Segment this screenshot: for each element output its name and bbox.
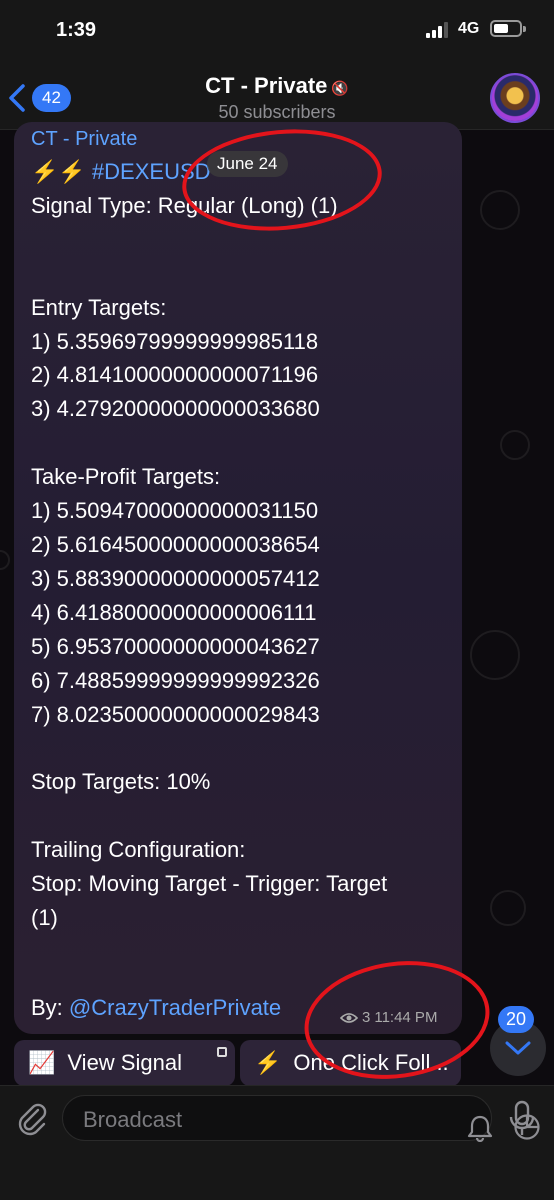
view-signal-label: View Signal	[67, 1050, 182, 1075]
broadcast-input[interactable]: Broadcast	[62, 1095, 540, 1142]
unread-badge: 20	[498, 1006, 535, 1033]
by-label: By:	[31, 995, 63, 1020]
bell-icon[interactable]	[467, 1114, 493, 1142]
channel-name: CT - Private	[205, 73, 328, 98]
lightning-emoji: ⚡⚡	[31, 159, 86, 184]
chevron-down-icon	[505, 1041, 531, 1055]
battery-icon	[490, 20, 526, 37]
channel-title[interactable]: CT - Private 🔇	[0, 73, 554, 99]
external-link-icon	[217, 1047, 227, 1057]
view-signal-button[interactable]: 📈 View Signal	[14, 1040, 235, 1086]
mention-link[interactable]: @CrazyTraderPrivate	[69, 995, 281, 1020]
microphone-icon[interactable]	[508, 1100, 536, 1138]
input-bar: Broadcast	[0, 1085, 554, 1200]
chat-header: 42 CT - Private 🔇 50 subscribers	[0, 60, 554, 130]
subscriber-count: 50 subscribers	[218, 102, 336, 122]
network-type: 4G	[458, 20, 480, 37]
channel-avatar[interactable]	[490, 73, 540, 123]
status-bar: 1:39 4G	[0, 0, 554, 60]
muted-icon: 🔇	[331, 80, 349, 96]
chart-emoji: 📈	[28, 1050, 56, 1075]
cellular-signal-icon	[426, 22, 452, 38]
message-body: Signal Type: Regular (Long) (1) Entry Ta…	[31, 192, 388, 930]
paperclip-icon[interactable]	[14, 1100, 50, 1136]
message-sender: CT - Private	[31, 128, 138, 150]
author-line: By: @CrazyTraderPrivate	[31, 995, 281, 1021]
lightning-icon: ⚡	[254, 1050, 282, 1075]
message-text: ⚡⚡ #DEXEUSD Signal Type: Regular (Long) …	[31, 155, 456, 935]
broadcast-placeholder: Broadcast	[83, 1107, 183, 1132]
status-time: 1:39	[56, 19, 97, 41]
